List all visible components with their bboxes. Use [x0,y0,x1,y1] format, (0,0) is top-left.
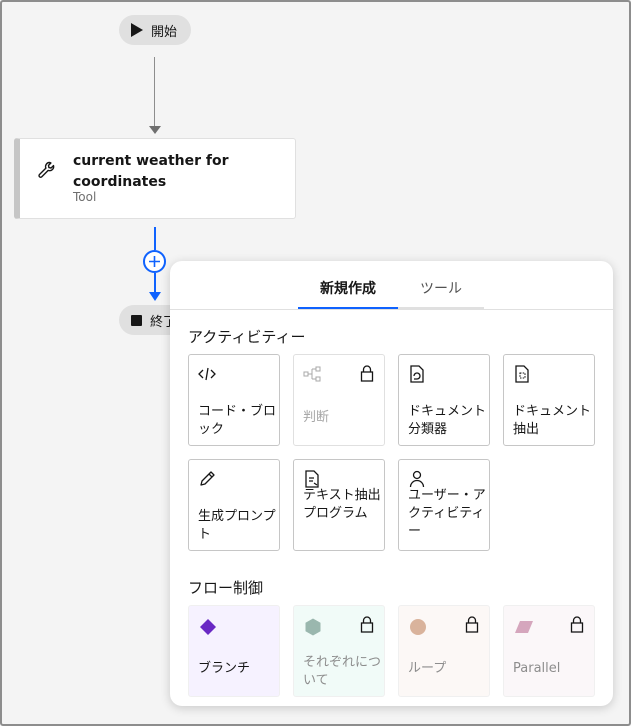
text-extractor-icon [305,470,319,488]
add-node-popover: 新規作成 ツール アクティビティー コード・ブロック 判断 ドキュメント分類器 [170,261,613,706]
tool-title: current weather for coordinates [73,153,229,190]
activity-tile-text-extractor[interactable]: テキスト抽出プログラム [293,459,385,551]
tab-new[interactable]: 新規作成 [298,269,398,309]
lock-icon [570,616,584,633]
section-title-flow-control: フロー制御 [188,579,264,597]
tile-label: Parallel [513,661,561,676]
lock-icon [360,365,374,382]
lock-icon [465,616,479,633]
diamond-icon [200,619,216,635]
tile-label: ループ [408,661,447,676]
tile-label: コード・ブロック [198,404,277,437]
wrench-icon [38,161,55,178]
arrow-down-icon [149,292,161,301]
active-edge [154,273,156,293]
tile-label: 生成プロンプト [198,509,276,542]
flow-tile-for-each[interactable]: それぞれについて [293,605,385,697]
flow-tile-loop[interactable]: ループ [398,605,490,697]
parallelogram-icon [515,621,533,633]
tile-label: それぞれについて [303,655,382,688]
tile-label: 判断 [303,410,330,425]
code-icon [198,367,216,381]
start-node[interactable]: 開始 [119,15,191,45]
tool-node-card[interactable]: current weather for coordinates Tool [14,138,296,219]
activity-tile-document-extract[interactable]: ドキュメント抽出 [503,354,595,446]
add-node-button[interactable] [143,250,166,273]
flow-tile-branch[interactable]: ブランチ [188,605,280,697]
pen-icon [200,471,215,486]
tile-label: ユーザー・アクティビティー [408,488,486,539]
tool-subtitle: Tool [73,190,97,204]
flow-tile-parallel[interactable]: Parallel [503,605,595,697]
flow-edge [154,57,155,126]
circle-icon [410,619,426,635]
activity-tile-code-block[interactable]: コード・ブロック [188,354,280,446]
arrow-down-icon [149,126,161,134]
plus-icon [149,256,160,267]
stop-icon [131,314,142,326]
tile-label: ドキュメント抽出 [513,404,592,437]
tile-label: テキスト抽出プログラム [303,488,381,521]
user-icon [409,470,425,488]
tab-tools[interactable]: ツール [398,269,484,309]
hexagon-icon [305,618,321,636]
section-title-activities: アクティビティー [188,328,306,346]
decision-icon [303,366,321,382]
start-label: 開始 [151,24,178,40]
lock-icon [360,616,374,633]
panel-tabs: 新規作成 ツール [298,269,484,309]
divider [170,309,613,310]
activity-tile-generative-prompt[interactable]: 生成プロンプト [188,459,280,551]
document-classifier-icon [410,365,424,383]
tile-label: ドキュメント分類器 [408,404,487,437]
activity-tile-user-activity[interactable]: ユーザー・アクティビティー [398,459,490,551]
activity-tile-decision[interactable]: 判断 [293,354,385,446]
tile-label: ブランチ [198,661,251,676]
play-icon [131,23,143,37]
document-extract-icon [515,365,529,383]
active-edge [154,227,156,250]
activity-tile-document-classifier[interactable]: ドキュメント分類器 [398,354,490,446]
